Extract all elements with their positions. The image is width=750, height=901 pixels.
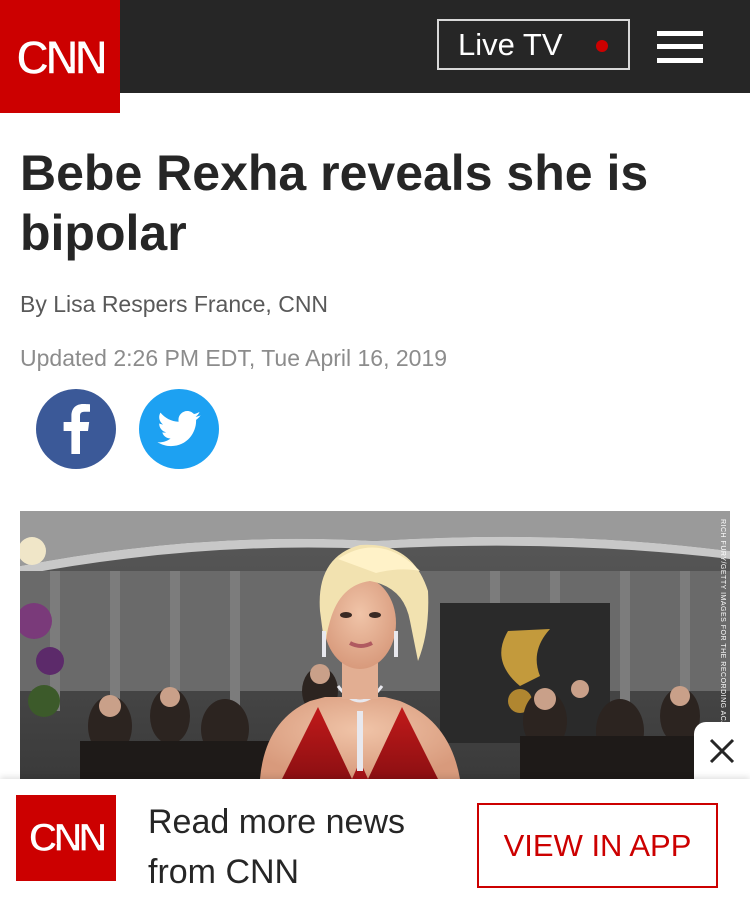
close-icon [709, 738, 735, 764]
hamburger-menu-icon[interactable] [657, 31, 703, 63]
author-link[interactable]: Lisa Respers France, CNN [53, 291, 328, 317]
promo-logo-text: CNN [28, 815, 108, 860]
close-promo-button[interactable] [694, 722, 750, 780]
view-in-app-button[interactable]: VIEW IN APP [477, 803, 718, 888]
image-credit: RICH FURY/GETTY IMAGES FOR THE RECORDING… [719, 519, 726, 749]
facebook-share-button[interactable] [36, 389, 116, 469]
twitter-icon [157, 411, 201, 447]
cnn-logo[interactable]: CNN [0, 0, 120, 113]
promo-message: Read more news from CNN [148, 803, 406, 891]
article-headline: Bebe Rexha reveals she is bipolar [20, 145, 649, 261]
live-indicator-dot [596, 40, 608, 52]
app-promo-banner: CNN Read more news from CNN VIEW IN APP [0, 779, 750, 901]
article-hero-image[interactable]: RICH FURY/GETTY IMAGES FOR THE RECORDING… [20, 511, 730, 779]
cnn-logo-text: CNN [15, 28, 108, 84]
hero-photo [20, 511, 730, 779]
updated-timestamp: Updated 2:26 PM EDT, Tue April 16, 2019 [20, 345, 448, 371]
facebook-icon [63, 404, 90, 454]
twitter-share-button[interactable] [139, 389, 219, 469]
live-tv-button[interactable]: Live TV [437, 19, 630, 70]
promo-cnn-logo: CNN [16, 795, 116, 881]
live-tv-label: Live TV [458, 26, 563, 62]
byline-prefix: By [20, 291, 54, 317]
byline: By Lisa Respers France, CNN [20, 291, 328, 318]
